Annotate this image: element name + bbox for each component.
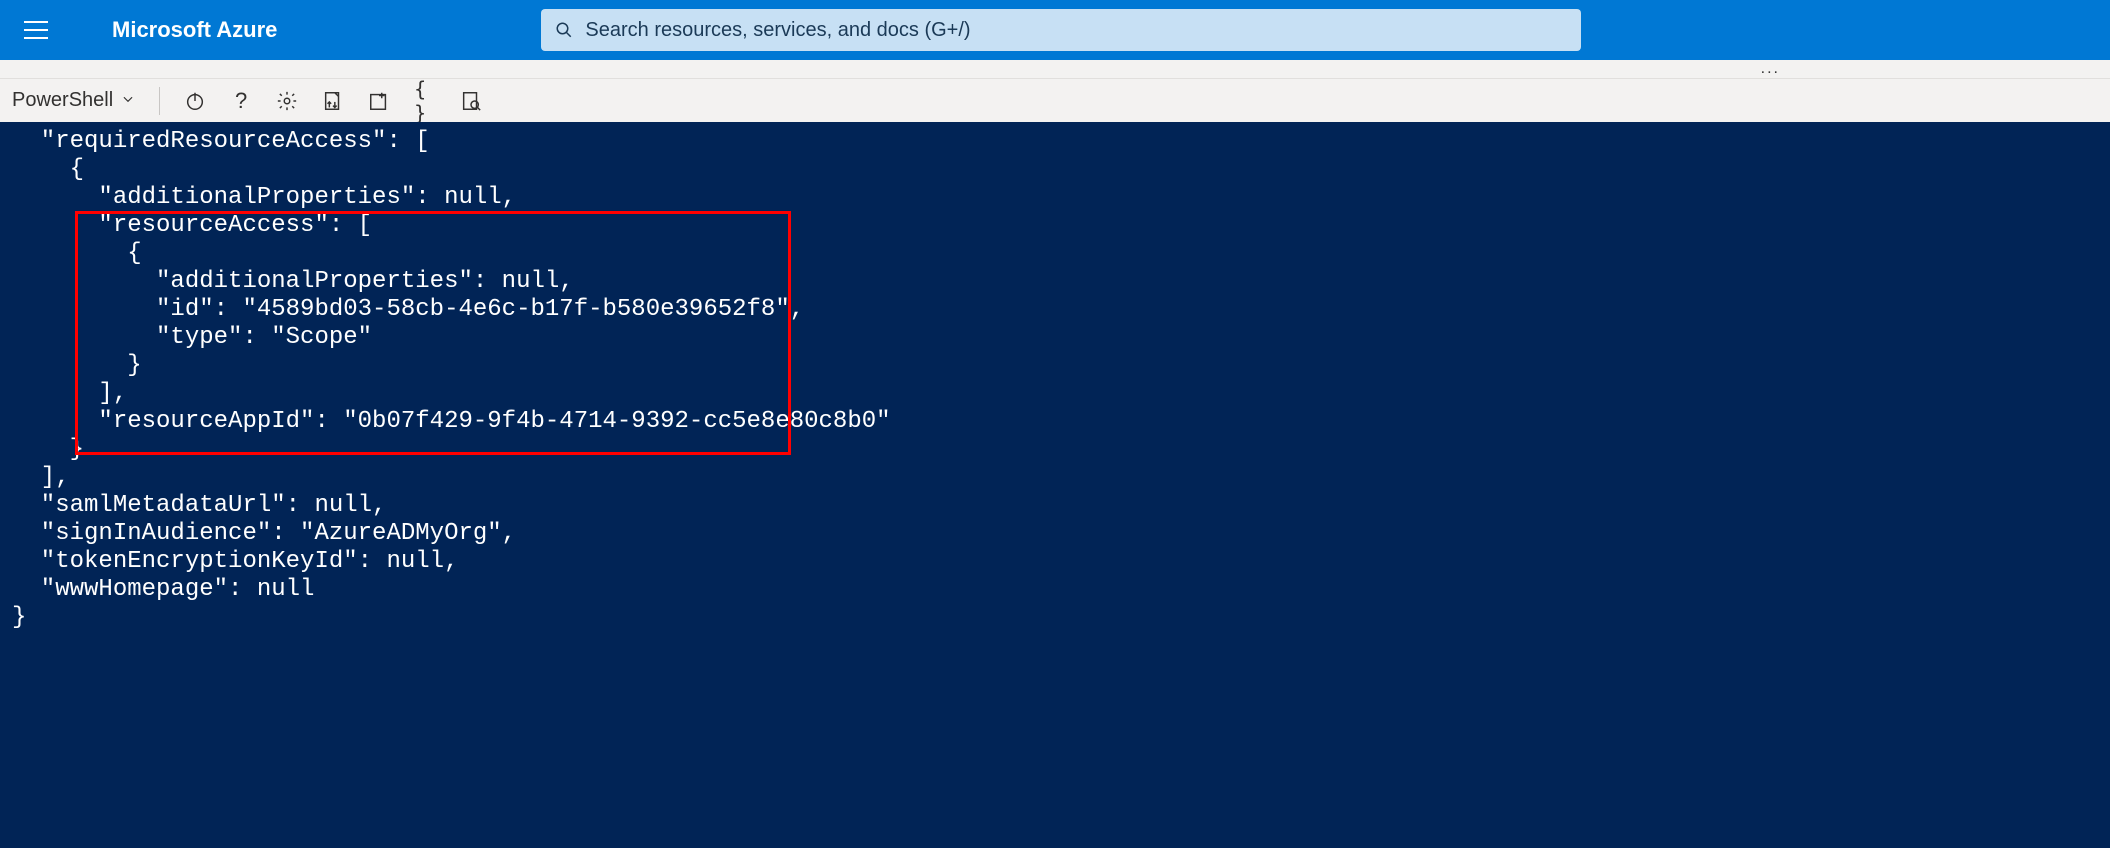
terminal-line: "resourceAppId": "0b07f429-9f4b-4714-939… bbox=[12, 408, 2110, 436]
terminal-line: "id": "4589bd03-58cb-4e6c-b17f-b580e3965… bbox=[12, 296, 2110, 324]
search-icon bbox=[555, 21, 573, 39]
terminal-line: ], bbox=[12, 464, 2110, 492]
search-wrap bbox=[541, 9, 1581, 51]
terminal-line: { bbox=[12, 240, 2110, 268]
terminal-line: "type": "Scope" bbox=[12, 324, 2110, 352]
settings-icon[interactable] bbox=[276, 90, 298, 112]
terminal-line: "samlMetadataUrl": null, bbox=[12, 492, 2110, 520]
terminal-line: ], bbox=[12, 380, 2110, 408]
restart-icon[interactable] bbox=[184, 90, 206, 112]
terminal-line: "requiredResourceAccess": [ bbox=[12, 128, 2110, 156]
editor-icon[interactable]: { } bbox=[414, 90, 436, 112]
search-input[interactable] bbox=[585, 19, 1567, 42]
cloud-shell-toolbar: PowerShell ? { } bbox=[0, 78, 2110, 122]
terminal-output[interactable]: "requiredResourceAccess": [ { "additiona… bbox=[0, 122, 2110, 848]
preview-icon[interactable] bbox=[460, 90, 482, 112]
brand-title: Microsoft Azure bbox=[112, 17, 277, 43]
terminal-line: "additionalProperties": null, bbox=[12, 268, 2110, 296]
overflow-dots[interactable]: ... bbox=[0, 60, 2110, 78]
terminal-line: } bbox=[12, 352, 2110, 380]
terminal-line: { bbox=[12, 156, 2110, 184]
terminal-line: "tokenEncryptionKeyId": null, bbox=[12, 548, 2110, 576]
shell-mode-label: PowerShell bbox=[12, 89, 113, 112]
help-icon[interactable]: ? bbox=[230, 90, 252, 112]
shell-mode-dropdown[interactable]: PowerShell bbox=[12, 89, 135, 112]
search-box[interactable] bbox=[541, 9, 1581, 51]
terminal-line: "resourceAccess": [ bbox=[12, 212, 2110, 240]
chevron-down-icon bbox=[121, 92, 135, 109]
toolbar-divider bbox=[159, 87, 160, 115]
menu-icon[interactable] bbox=[24, 21, 48, 39]
terminal-line: } bbox=[12, 436, 2110, 464]
terminal-line: "signInAudience": "AzureADMyOrg", bbox=[12, 520, 2110, 548]
terminal-line: "additionalProperties": null, bbox=[12, 184, 2110, 212]
upload-download-icon[interactable] bbox=[322, 90, 344, 112]
new-session-icon[interactable] bbox=[368, 90, 390, 112]
terminal-line: } bbox=[12, 604, 2110, 632]
azure-header: Microsoft Azure bbox=[0, 0, 2110, 60]
terminal-line: "wwwHomepage": null bbox=[12, 576, 2110, 604]
